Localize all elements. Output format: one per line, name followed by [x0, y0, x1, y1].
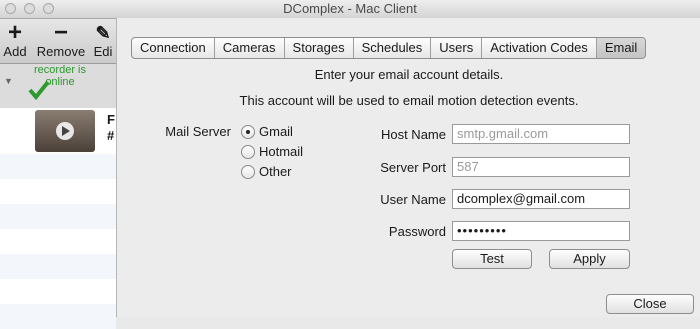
- list-row: [0, 204, 116, 229]
- host-name-label: Host Name: [380, 127, 446, 142]
- add-button[interactable]: + Add: [0, 19, 30, 63]
- edit-button[interactable]: ✎ Edi: [92, 19, 114, 63]
- preferences-sheet: Connection Cameras Storages Schedules Us…: [116, 18, 700, 317]
- host-name-field[interactable]: smtp.gmail.com: [452, 124, 630, 144]
- apply-button[interactable]: Apply: [549, 249, 630, 269]
- tab-bar: Connection Cameras Storages Schedules Us…: [131, 37, 647, 59]
- close-button[interactable]: Close: [606, 294, 694, 314]
- title-bar: DComplex - Mac Client: [0, 0, 700, 19]
- checkmark-icon: [28, 80, 50, 100]
- camera-thumbnail: [35, 110, 95, 152]
- add-label: Add: [3, 44, 27, 59]
- password-field[interactable]: •••••••••: [452, 221, 630, 241]
- gmail-radio[interactable]: [241, 125, 255, 139]
- server-port-label: Server Port: [380, 160, 446, 175]
- list-row: [0, 254, 116, 279]
- password-mask: •••••••••: [457, 223, 507, 238]
- server-port-field[interactable]: 587: [452, 157, 630, 177]
- user-name-field[interactable]: dcomplex@gmail.com: [452, 189, 630, 209]
- tab-connection[interactable]: Connection: [132, 38, 215, 58]
- remove-label: Remove: [36, 44, 86, 59]
- window-title: DComplex - Mac Client: [283, 1, 417, 16]
- edit-label: Edi: [93, 44, 113, 59]
- tab-schedules[interactable]: Schedules: [354, 38, 432, 58]
- tab-email[interactable]: Email: [596, 38, 646, 58]
- tab-storages[interactable]: Storages: [285, 38, 354, 58]
- list-row: [0, 229, 116, 254]
- other-radio[interactable]: [241, 165, 255, 179]
- user-name-label: User Name: [380, 192, 446, 207]
- tab-cameras[interactable]: Cameras: [215, 38, 285, 58]
- camera-row[interactable]: F #: [0, 108, 116, 155]
- camera-name: F: [107, 112, 115, 127]
- intro-line-1: Enter your email account details.: [314, 67, 504, 82]
- password-label: Password: [388, 224, 446, 239]
- hotmail-label[interactable]: Hotmail: [259, 144, 303, 159]
- gmail-label[interactable]: Gmail: [259, 124, 293, 139]
- hotmail-radio[interactable]: [241, 145, 255, 159]
- mail-server-label: Mail Server: [165, 124, 231, 139]
- recorder-row[interactable]: ▼ recorder is online: [0, 64, 116, 108]
- play-icon[interactable]: [55, 121, 75, 141]
- test-button[interactable]: Test: [452, 249, 532, 269]
- other-label[interactable]: Other: [259, 164, 292, 179]
- tab-users[interactable]: Users: [431, 38, 483, 58]
- disclosure-triangle-icon[interactable]: ▼: [4, 76, 13, 86]
- edit-icon: ✎: [95, 23, 111, 43]
- add-icon: +: [7, 19, 22, 46]
- remove-icon: −: [53, 19, 68, 46]
- list-row: [0, 154, 116, 179]
- camera-list: ▼ recorder is online F #: [0, 64, 116, 329]
- list-row: [0, 179, 116, 204]
- list-row: [0, 279, 116, 304]
- remove-button[interactable]: − Remove: [34, 19, 88, 63]
- tab-activation-codes[interactable]: Activation Codes: [482, 38, 597, 58]
- intro-line-2: This account will be used to email motio…: [239, 93, 579, 108]
- camera-id: #: [107, 128, 115, 143]
